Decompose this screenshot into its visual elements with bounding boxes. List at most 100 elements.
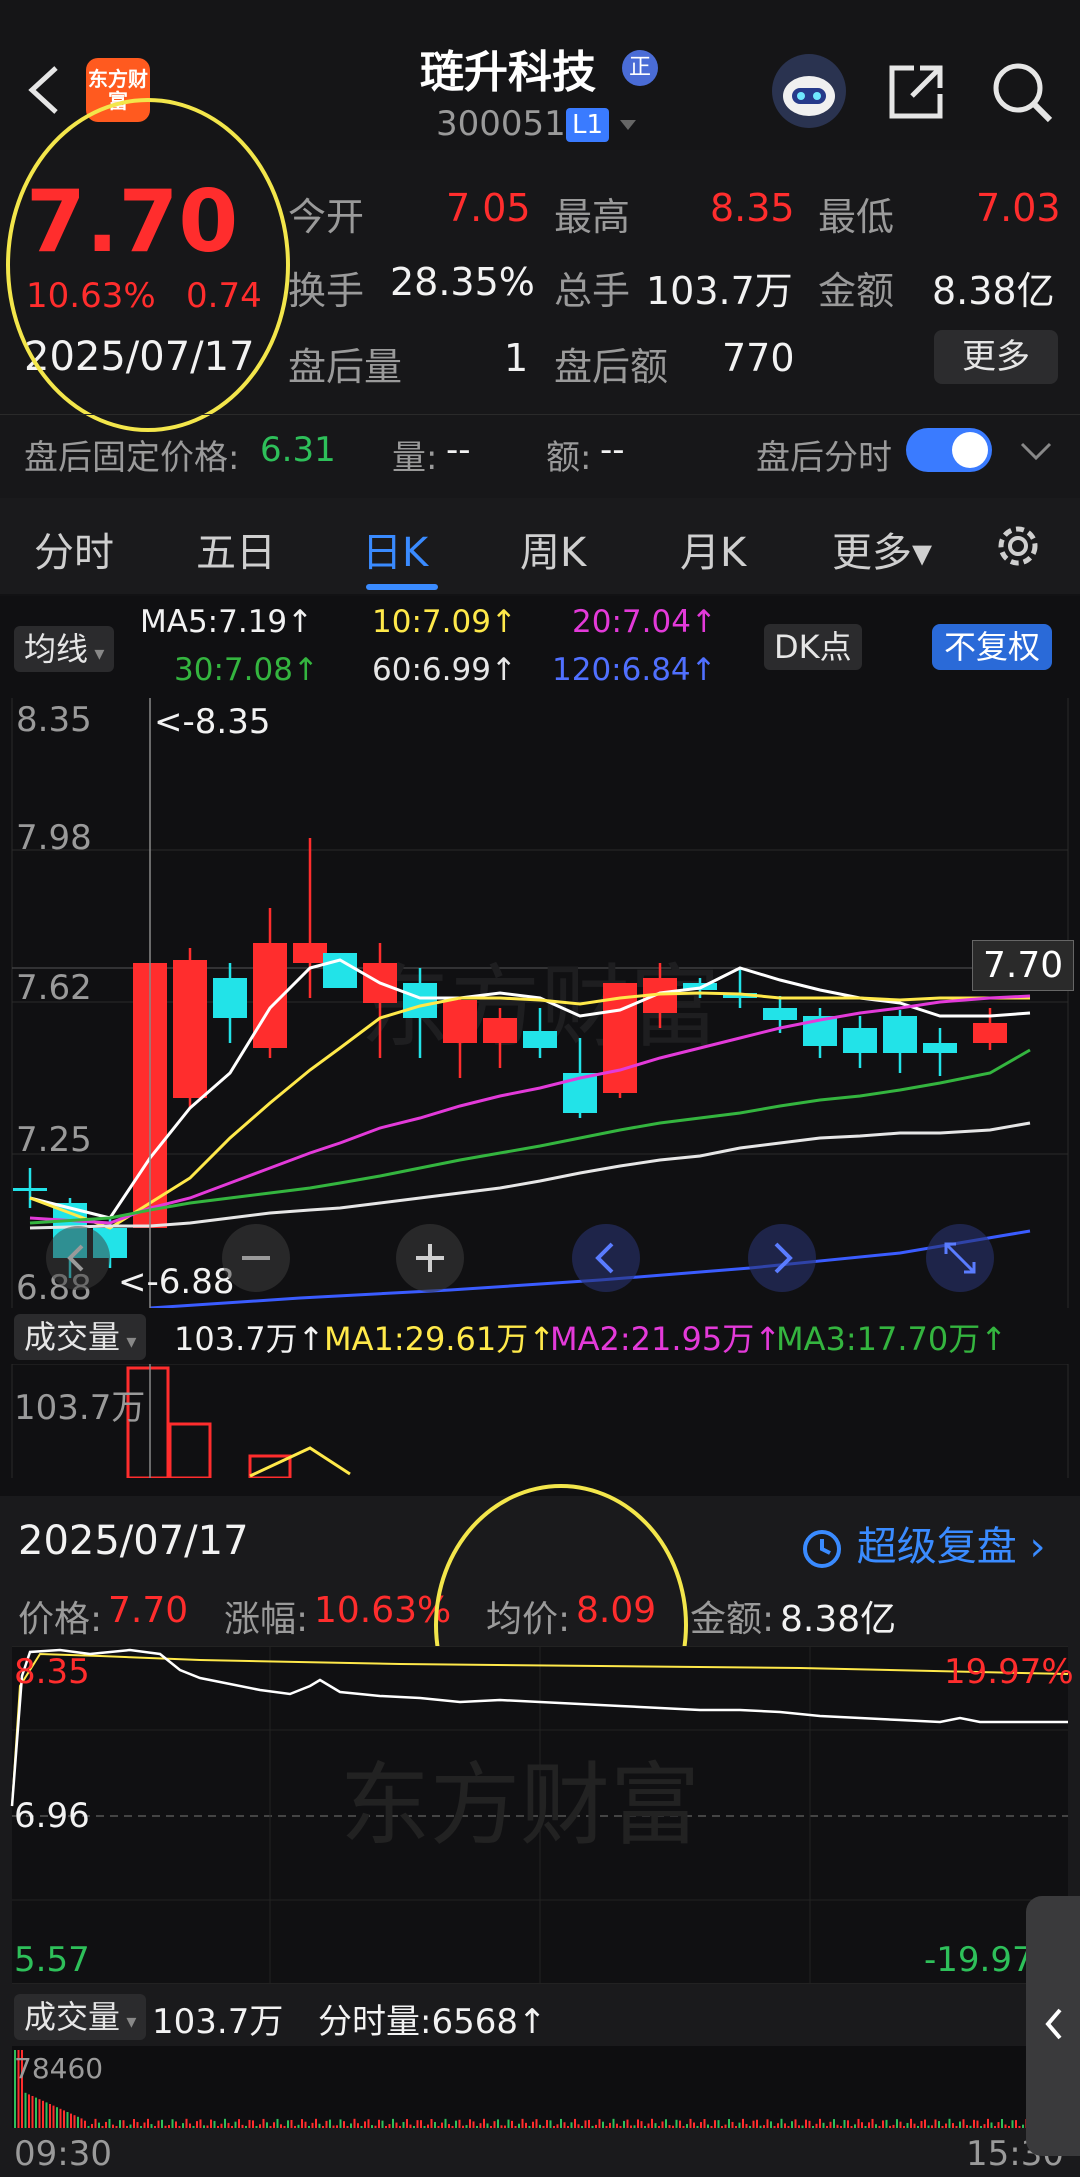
volume-tick-bar bbox=[787, 2126, 790, 2128]
volume-tick-bar bbox=[532, 2121, 534, 2128]
volume-tick-bar bbox=[238, 2119, 240, 2128]
volume-tick-bar bbox=[973, 2119, 975, 2128]
volume-tick-bar bbox=[308, 2126, 310, 2128]
intraday-chart[interactable]: 东方财富 bbox=[0, 1646, 1080, 1984]
volume-tick-bar bbox=[1018, 2126, 1021, 2128]
ma10-value: 10:7.09↑ bbox=[372, 604, 517, 640]
candle bbox=[293, 943, 327, 963]
volume-tick-bar bbox=[301, 2119, 303, 2128]
chevron-down-icon[interactable] bbox=[1016, 436, 1056, 466]
ma20-value: 20:7.04↑ bbox=[572, 604, 717, 640]
regular-badge: 正 bbox=[622, 50, 658, 86]
super-replay-link[interactable]: 超级复盘 › bbox=[800, 1514, 1045, 1572]
volume-tick-bar bbox=[724, 2124, 727, 2128]
scroll-left-button[interactable] bbox=[572, 1224, 640, 1292]
intraday-volume-chart[interactable] bbox=[0, 2046, 1080, 2128]
volume-tick-bar bbox=[770, 2121, 772, 2128]
scroll-right-button[interactable] bbox=[748, 1224, 816, 1292]
volume-tick-bar bbox=[616, 2123, 618, 2128]
tab-weekly-k[interactable]: 周K bbox=[520, 520, 586, 578]
tab-more[interactable]: 更多▾ bbox=[832, 520, 932, 578]
no-adjust-button[interactable]: 不复权 bbox=[932, 624, 1053, 670]
volume-tick-bar bbox=[98, 2122, 100, 2128]
intraday-volume-label: 成交量 bbox=[24, 1998, 121, 2036]
last-price-tag: 7.70 bbox=[972, 940, 1075, 991]
tab-intraday[interactable]: 分时 bbox=[34, 520, 114, 578]
search-icon[interactable] bbox=[988, 58, 1056, 126]
volume-tick-bar bbox=[829, 2121, 832, 2128]
volume-tick-bar bbox=[91, 2123, 93, 2128]
volume-tick-bar bbox=[231, 2126, 233, 2128]
volume-tick-bar bbox=[672, 2125, 674, 2128]
volume-tick-bar bbox=[273, 2122, 275, 2128]
after-amt-value: -- bbox=[600, 430, 625, 470]
fullscreen-button[interactable] bbox=[926, 1224, 994, 1292]
volume-tick-bar bbox=[189, 2123, 191, 2128]
intraday-volume-selector[interactable]: 成交量 ▾ bbox=[14, 1994, 147, 2040]
volume-tick-bar bbox=[427, 2124, 429, 2128]
volume-tick-bar bbox=[847, 2120, 849, 2128]
side-drawer-handle[interactable] bbox=[1026, 1896, 1080, 2156]
chevron-down-icon[interactable] bbox=[616, 112, 640, 136]
volume-axis-label: 103.7万 bbox=[14, 1388, 146, 1428]
volume-tick-bar bbox=[745, 2123, 748, 2128]
volume-tick-bar bbox=[959, 2121, 961, 2128]
volume-tick-bar bbox=[392, 2118, 394, 2128]
low-value: 7.03 bbox=[976, 186, 1061, 230]
after-fixed-label: 盘后固定价格: bbox=[24, 438, 240, 478]
zoom-in-button[interactable] bbox=[396, 1224, 464, 1292]
highlight-circle bbox=[6, 98, 290, 432]
intraday-chg-label: 涨幅: bbox=[224, 1599, 309, 1640]
share-icon[interactable] bbox=[884, 60, 948, 124]
gear-icon[interactable] bbox=[990, 518, 1046, 574]
volume-indicator-selector[interactable]: 成交量 ▾ bbox=[14, 1314, 147, 1360]
after-qty-label: 量: bbox=[392, 438, 438, 478]
volume-tick-bar bbox=[385, 2126, 387, 2128]
ma-selector[interactable]: 均线 ▾ bbox=[14, 626, 115, 672]
scroll-left-small-button[interactable] bbox=[46, 1226, 110, 1290]
candle bbox=[403, 983, 437, 1018]
back-icon[interactable] bbox=[18, 60, 68, 120]
y-label-3: 7.62 bbox=[16, 968, 92, 1008]
robot-avatar-icon[interactable] bbox=[772, 54, 846, 128]
tab-five-day[interactable]: 五日 bbox=[196, 520, 276, 578]
volume-tick-bar bbox=[542, 2125, 545, 2128]
volume-tick-bar bbox=[871, 2118, 874, 2128]
volume-tick-bar bbox=[70, 2113, 72, 2128]
volume-tick-bar bbox=[234, 2121, 237, 2128]
volume-tick-bar bbox=[420, 2120, 422, 2128]
volume-tick-bar bbox=[868, 2122, 870, 2128]
volume-tick-bar bbox=[112, 2124, 114, 2128]
volume-tick-bar bbox=[710, 2126, 713, 2128]
zoom-out-button[interactable] bbox=[222, 1224, 290, 1292]
dk-point-button[interactable]: DK点 bbox=[764, 624, 862, 670]
volume-chart[interactable] bbox=[0, 1364, 1080, 1478]
volume-tick-bar bbox=[290, 2119, 293, 2128]
tab-monthly-k[interactable]: 月K bbox=[680, 520, 746, 578]
volume-tick-bar bbox=[738, 2122, 741, 2128]
level-badge[interactable]: L1 bbox=[566, 108, 610, 142]
volume-tick-bar bbox=[889, 2125, 891, 2128]
intraday-tick-volume: 分时量:6568↑ bbox=[318, 2002, 547, 2042]
volume-tick-bar bbox=[924, 2119, 926, 2128]
volume-tick-bar bbox=[567, 2126, 569, 2128]
volume-tick-bar bbox=[1011, 2120, 1014, 2128]
volume-label: 总手 bbox=[554, 269, 631, 313]
intraday-price-label: 价格: bbox=[18, 1599, 103, 1640]
after-time-toggle[interactable] bbox=[906, 428, 992, 472]
after-volume-label: 盘后量 bbox=[288, 345, 403, 389]
kline-chart[interactable]: 东方财富 bbox=[0, 698, 1080, 1308]
candle bbox=[523, 1031, 557, 1048]
volume-tick-bar bbox=[693, 2122, 695, 2128]
volume-tick-bar bbox=[122, 2120, 125, 2128]
volume-tick-bar bbox=[528, 2126, 531, 2128]
volume-tick-bar bbox=[819, 2118, 821, 2128]
volume-tick-bar bbox=[931, 2125, 933, 2128]
more-button[interactable]: 更多 bbox=[934, 330, 1058, 384]
volume-tick-bar bbox=[266, 2122, 268, 2128]
tab-daily-k[interactable]: 日K bbox=[362, 520, 428, 578]
volume-tick-bar bbox=[637, 2119, 639, 2128]
after-amount-label: 盘后额 bbox=[554, 345, 669, 389]
volume-tick-bar bbox=[917, 2126, 919, 2128]
volume-tick-bar bbox=[402, 2121, 405, 2128]
